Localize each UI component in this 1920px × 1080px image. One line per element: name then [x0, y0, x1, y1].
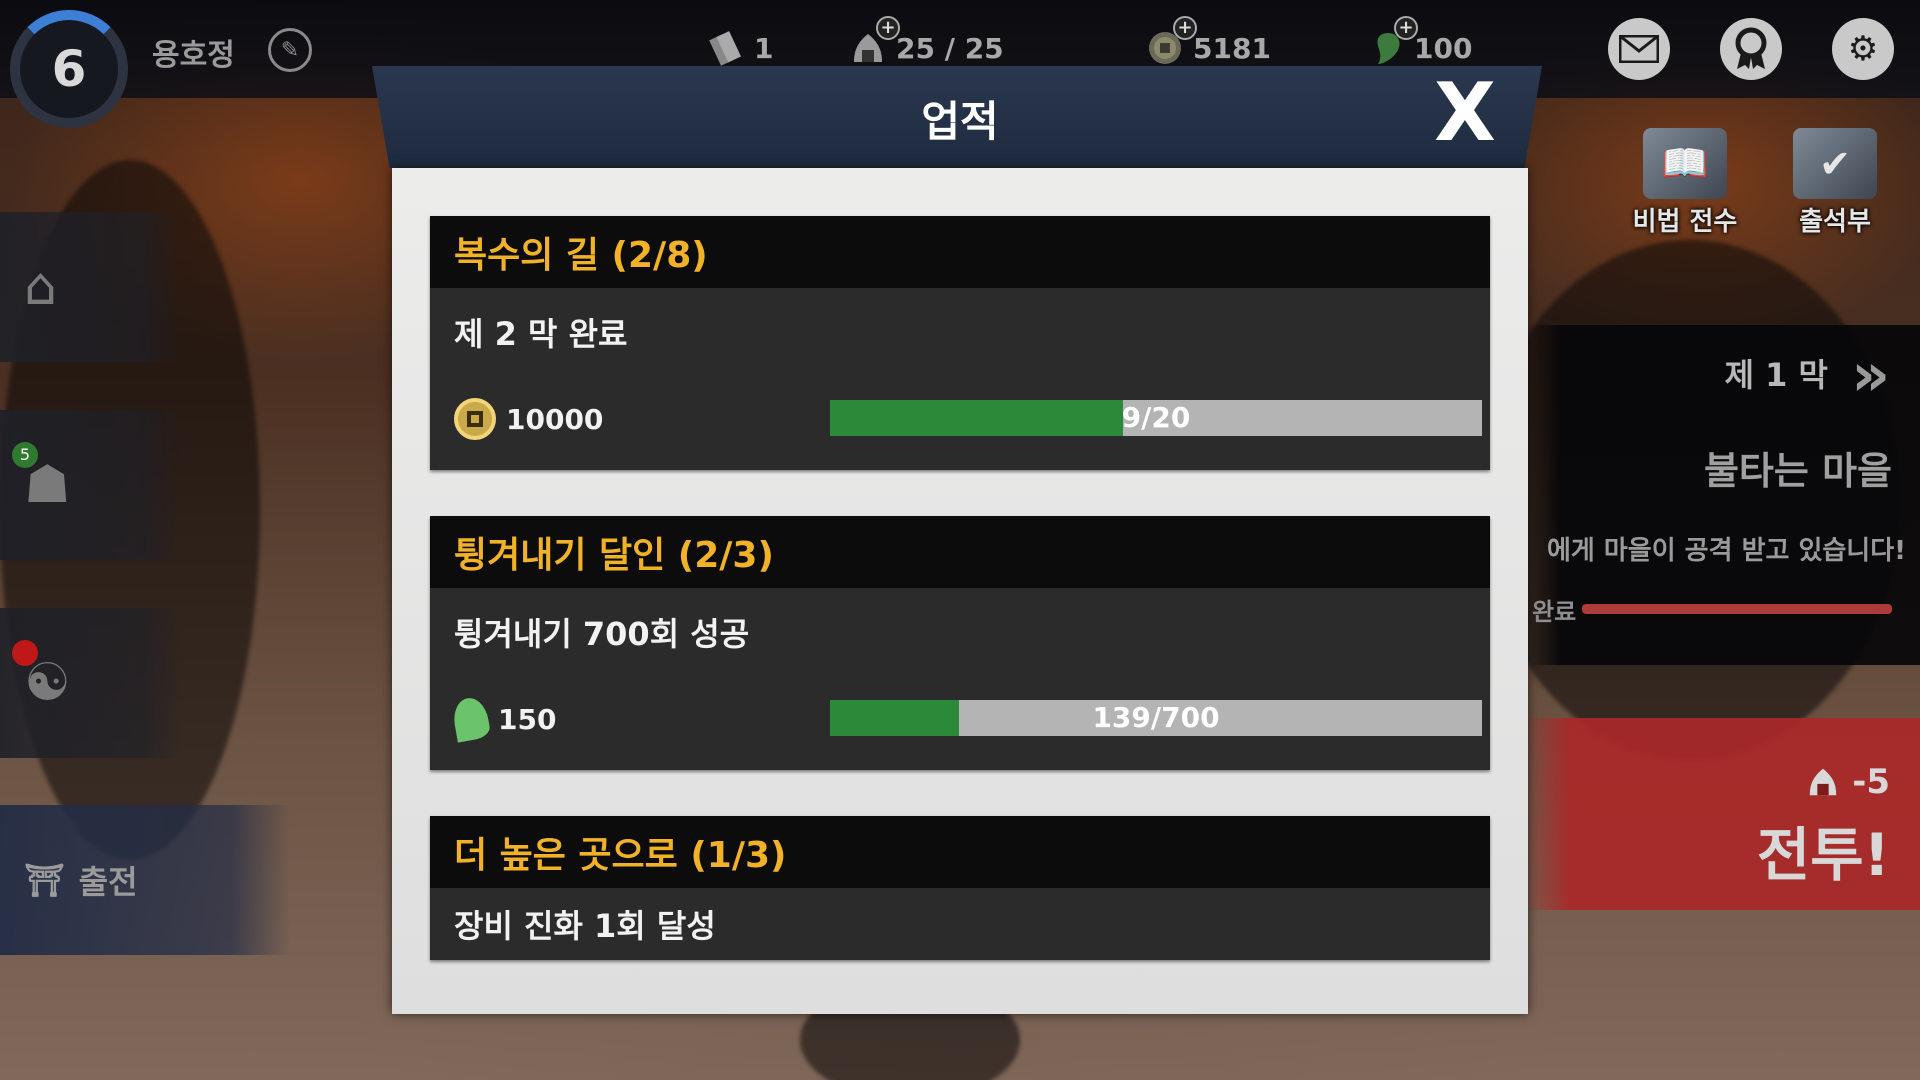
house-icon: ⌂: [24, 257, 58, 317]
achievement-card: 더 높은 곳으로 (1/3) 장비 진화 1회 달성: [430, 816, 1490, 960]
enemies-count-badge: 5: [12, 442, 38, 468]
sortie-button[interactable]: ⛩ 출전: [0, 805, 290, 955]
stage-progress-bar: [1582, 604, 1892, 614]
progress-text: 9/20: [1121, 401, 1191, 434]
battle-cost: -5: [1806, 762, 1890, 802]
ticket-count: 1: [754, 31, 774, 65]
jade-icon: [450, 695, 492, 743]
jade-count: 100: [1414, 31, 1473, 65]
book-icon: 📖: [1643, 128, 1727, 199]
ribbon-medal-icon: [1735, 27, 1767, 69]
jade-resource[interactable]: + 100: [1368, 16, 1473, 68]
stage-act-label: 제 1 막: [1724, 356, 1828, 394]
sidebar-item-training[interactable]: ☯: [0, 608, 180, 758]
achievement-description: 장비 진화 1회 달성: [454, 907, 716, 945]
reward-amount: 150: [498, 702, 557, 736]
achievement-title: 더 높은 곳으로 (1/3): [430, 816, 1490, 888]
add-jade-icon[interactable]: +: [1394, 16, 1418, 40]
reward-amount: 10000: [506, 402, 604, 436]
battle-label: 전투!: [1756, 821, 1890, 889]
attendance-button[interactable]: ✔ 출석부: [1770, 128, 1900, 238]
sidebar-item-enemies[interactable]: ☗: [0, 410, 180, 560]
achievement-description: 튕겨내기 700회 성공: [454, 615, 750, 653]
pencil-icon: ✎: [280, 37, 300, 63]
coin-resource[interactable]: + 5181: [1147, 16, 1271, 68]
secret-technique-label: 비법 전수: [1632, 207, 1738, 237]
achievement-title: 튕겨내기 달인 (2/3): [430, 516, 1490, 588]
stage-progress-label: 완료: [1532, 598, 1577, 626]
secret-technique-button[interactable]: 📖 비법 전수: [1620, 128, 1750, 238]
achievement-card: 복수의 길 (2/8) 제 2 막 완료 10000 9/20: [430, 216, 1490, 470]
coin-icon: +: [1147, 16, 1197, 66]
stamina-icon: [1809, 768, 1837, 796]
edit-name-button[interactable]: ✎: [268, 28, 312, 72]
achievement-reward: 150: [450, 695, 557, 743]
achievement-description: 제 2 막 완료: [454, 315, 628, 353]
gear-icon: ⚙: [1847, 29, 1879, 69]
coin-icon: [454, 398, 496, 440]
achievement-card: 튕겨내기 달인 (2/3) 튕겨내기 700회 성공 150 139/700: [430, 516, 1490, 770]
modal-title: 업적: [921, 97, 999, 146]
envelope-icon: [1619, 35, 1659, 63]
stamina-icon: +: [850, 16, 900, 66]
coin-count: 5181: [1193, 31, 1271, 65]
gate-icon: ⛩: [24, 861, 65, 899]
checklist-icon: ✔: [1793, 128, 1877, 199]
ticket-resource: 1: [708, 28, 773, 68]
progress-text: 139/700: [1092, 701, 1220, 734]
sidebar-item-shop[interactable]: ⌂: [0, 212, 180, 362]
player-name: 용호정: [152, 38, 235, 73]
achievements-list[interactable]: 복수의 길 (2/8) 제 2 막 완료 10000 9/20 튕겨내기 달인 …: [392, 168, 1528, 1014]
mail-button[interactable]: [1608, 18, 1670, 80]
achievement-reward: 10000: [454, 398, 603, 440]
double-chevron-right-icon[interactable]: »: [1851, 340, 1890, 410]
stamina-resource[interactable]: + 25 / 25: [850, 16, 1004, 68]
close-icon[interactable]: X: [1430, 73, 1500, 153]
battle-cost-value: -5: [1852, 762, 1890, 802]
settings-button[interactable]: ⚙: [1832, 18, 1894, 80]
add-coins-icon[interactable]: +: [1173, 16, 1197, 40]
sortie-label: 출전: [78, 863, 138, 901]
stage-name: 불타는 마을: [1703, 449, 1892, 493]
jade-icon: +: [1368, 16, 1418, 66]
player-level-badge[interactable]: 6: [10, 10, 128, 128]
stage-description: 에게 마을이 공격 받고 있습니다!: [1546, 536, 1906, 566]
attendance-label: 출석부: [1799, 207, 1871, 237]
achievement-title: 복수의 길 (2/8): [430, 216, 1490, 288]
achievement-progress-bar: 139/700: [830, 700, 1482, 736]
notification-dot: [12, 640, 38, 666]
achievement-progress-bar: 9/20: [830, 400, 1482, 436]
achievement-button[interactable]: [1720, 18, 1782, 80]
ticket-icon: [708, 30, 744, 66]
add-stamina-icon[interactable]: +: [876, 16, 900, 40]
stamina-count: 25 / 25: [896, 31, 1004, 65]
